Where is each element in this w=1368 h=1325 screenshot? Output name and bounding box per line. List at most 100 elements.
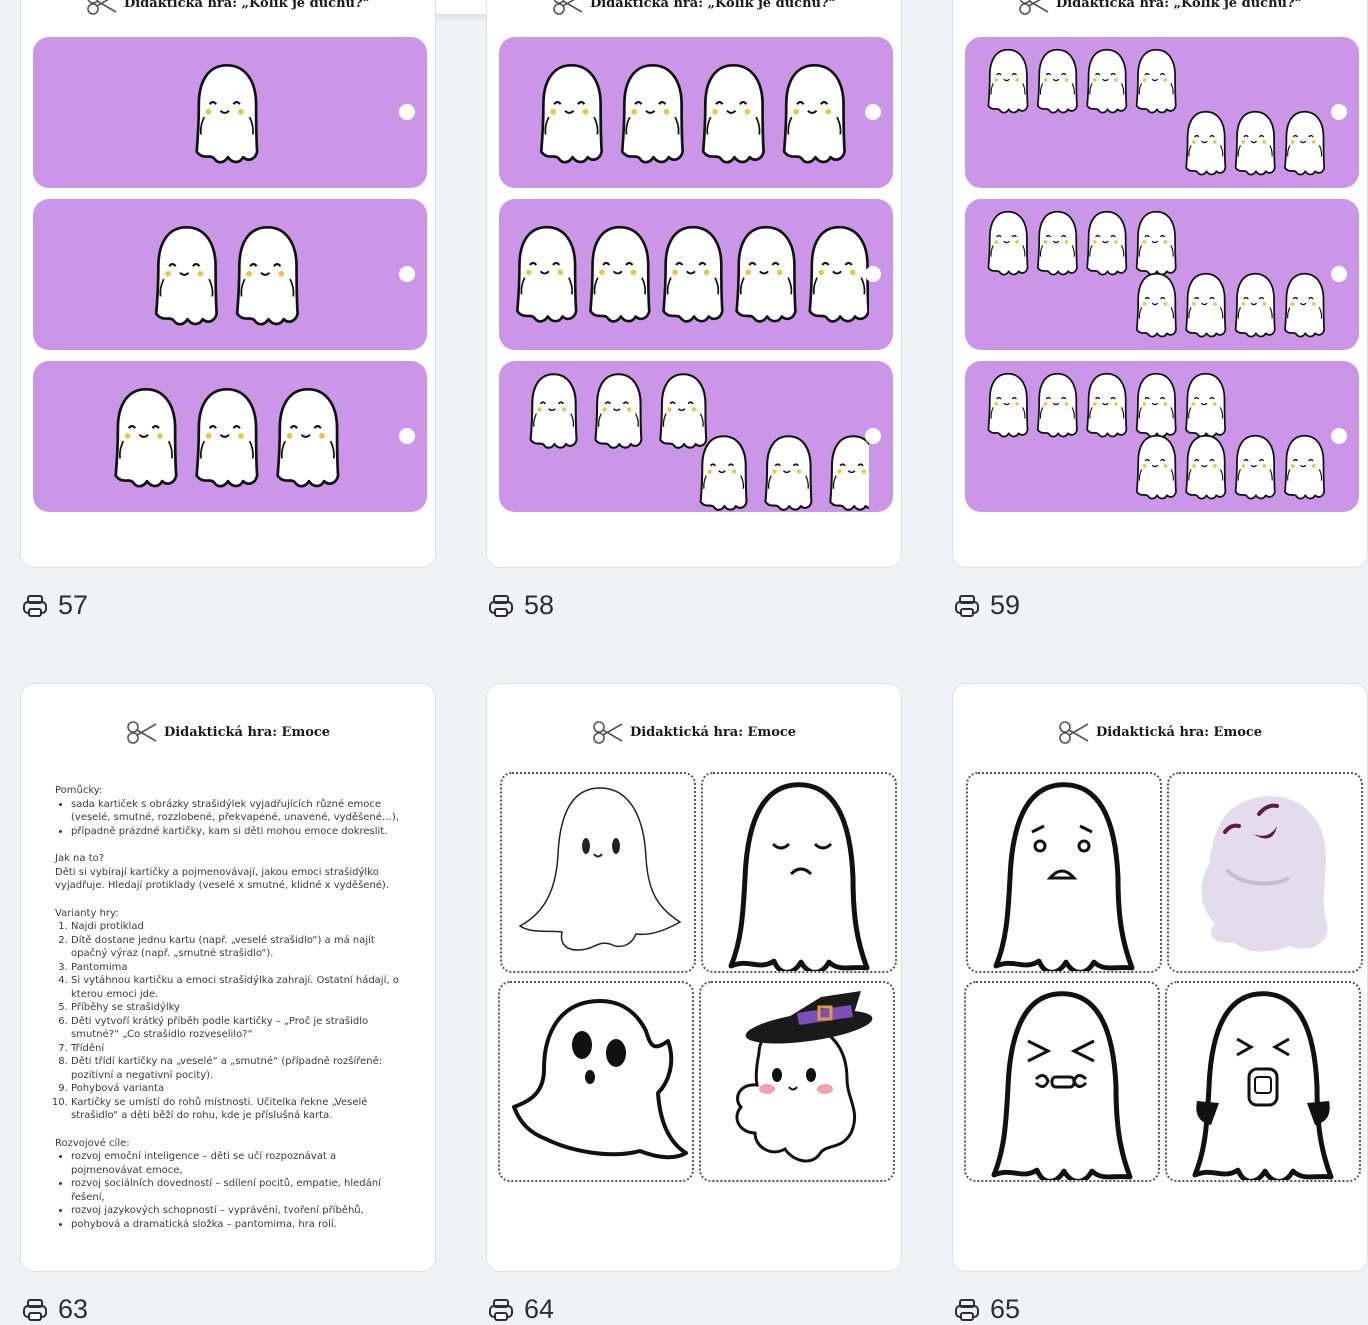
ghost-surprised-card (498, 981, 694, 1182)
print-count-label: 63 (58, 1294, 89, 1324)
printer-icon (489, 594, 513, 617)
punch-hole (1331, 104, 1347, 120)
print-count-59[interactable]: 59 (954, 590, 1020, 621)
doc-numbered-item: Dítě dostane jednu kartu (např. „veselé … (71, 934, 405, 961)
punch-hole (865, 428, 881, 444)
cute-ghost-icon (782, 63, 846, 164)
printer-icon (955, 1298, 979, 1321)
scissors-icon (553, 0, 583, 15)
scissors-icon (127, 721, 157, 744)
worksheet-preview-59[interactable]: Didaktická hra: „Kolik je duchů?“ (952, 0, 1368, 568)
ghost-group (987, 372, 1326, 500)
cute-ghost-icon (1284, 434, 1326, 500)
punch-hole (399, 104, 415, 120)
doc-numbered-item: Najdi protiklad (71, 920, 405, 934)
ghost-group (987, 48, 1326, 176)
ghost-sad-sleepy-icon (703, 774, 895, 971)
ghost-witch-hat-card (699, 981, 895, 1182)
ghost-strip-7 (965, 37, 1359, 188)
print-count-63[interactable]: 63 (22, 1294, 88, 1325)
cute-ghost-icon (1234, 434, 1276, 500)
worksheet-title: Didaktická hra: „Kolik je duchů?“ (21, 0, 435, 16)
cute-ghost-icon (594, 373, 643, 449)
ghost-group (195, 63, 259, 164)
cute-ghost-icon (1185, 434, 1227, 500)
cute-ghost-icon (516, 225, 578, 323)
cute-ghost-icon (195, 63, 259, 164)
ghost-angry-icon (966, 983, 1158, 1180)
print-count-label: 65 (990, 1294, 1021, 1324)
scissors-icon (1059, 721, 1089, 744)
print-count-label: 59 (990, 590, 1021, 620)
punch-hole (1331, 428, 1347, 444)
doc-numbered-item: Třídění (71, 1042, 405, 1056)
cute-ghost-icon (735, 225, 797, 323)
ghost-group (114, 387, 340, 488)
ghost-strip-4 (499, 37, 893, 188)
ghost-drape-smile-icon (518, 787, 682, 951)
cute-ghost-icon (1086, 48, 1128, 114)
doc-bullet: pohybová a dramatická složka – pantomima… (71, 1218, 405, 1232)
cute-ghost-icon (1185, 272, 1227, 338)
punch-hole (865, 104, 881, 120)
scissors-icon (1019, 0, 1049, 15)
doc-heading: Pomůcky: (55, 785, 103, 796)
ghost-drape-smile-card (500, 772, 696, 973)
ghost-worried-icon (968, 774, 1160, 971)
print-count-57[interactable]: 57 (22, 590, 88, 621)
ghost-strip-8 (965, 199, 1359, 350)
cute-ghost-icon (1284, 272, 1326, 338)
ghost-strip-6 (499, 361, 893, 512)
doc-bullet: sada kartiček s obrázky strašidýlek vyja… (71, 798, 405, 825)
cute-ghost-icon (195, 387, 259, 488)
doc-numbered-item: Pohybová varianta (71, 1082, 405, 1096)
doc-bullet: rozvoj jazykových schopností – vyprávění… (71, 1204, 405, 1218)
print-count-label: 57 (58, 590, 89, 620)
ghost-witch-hat-icon (735, 991, 873, 1163)
ghost-group (154, 225, 299, 326)
worksheet-preview-64[interactable]: Didaktická hra: Emoce (486, 683, 902, 1272)
cute-ghost-icon (589, 225, 651, 323)
print-count-64[interactable]: 64 (488, 1294, 554, 1325)
cute-ghost-icon (539, 63, 604, 164)
cute-ghost-icon (1234, 272, 1276, 338)
cute-ghost-icon (1036, 48, 1078, 114)
cute-ghost-icon (1284, 110, 1326, 176)
cute-ghost-icon (1036, 210, 1078, 276)
cute-ghost-icon (1135, 372, 1177, 438)
ghost-group (529, 373, 869, 511)
worksheet-preview-57[interactable]: Didaktická hra: „Kolik je duchů?“ (20, 0, 436, 568)
worksheet-preview-58[interactable]: Didaktická hra: „Kolik je duchů?“ (486, 0, 902, 568)
cute-ghost-icon (1135, 272, 1177, 338)
cute-ghost-icon (1185, 110, 1227, 176)
print-count-65[interactable]: 65 (954, 1294, 1020, 1325)
ghost-laughing-icon (1201, 796, 1328, 952)
punch-hole (865, 266, 881, 282)
doc-numbered-item: Pantomima (71, 961, 405, 975)
scissors-icon (593, 721, 623, 744)
print-count-label: 64 (524, 1294, 555, 1324)
cute-ghost-icon (114, 387, 178, 488)
cute-ghost-icon (701, 63, 765, 164)
punch-hole (399, 428, 415, 444)
doc-numbered-item: Si vytáhnou kartičku a emoci strašidýlka… (71, 974, 405, 1001)
ghost-strip-9 (965, 361, 1359, 512)
cute-ghost-icon (276, 387, 340, 488)
cute-ghost-icon (1234, 110, 1276, 176)
punch-hole (399, 266, 415, 282)
worksheet-preview-63[interactable]: Didaktická hra: Emoce Pomůcky: sada kart… (20, 683, 436, 1272)
cute-ghost-icon (154, 225, 219, 326)
doc-bullet: rozvoj sociálních dovedností – sdílení p… (71, 1177, 405, 1204)
doc-bullet: případně prázdné kartičky, kam si děti m… (71, 825, 405, 839)
cute-ghost-icon (1135, 434, 1177, 500)
worksheet-title: Didaktická hra: „Kolik je duchů?“ (953, 0, 1367, 16)
cute-ghost-icon (1086, 372, 1128, 438)
printer-icon (23, 1298, 47, 1321)
cute-ghost-icon (235, 225, 299, 326)
worksheet-preview-65[interactable]: Didaktická hra: Emoce (952, 683, 1368, 1272)
printer-icon (955, 594, 979, 617)
print-count-58[interactable]: 58 (488, 590, 554, 621)
doc-heading: Rozvojové cíle: (55, 1137, 130, 1149)
worksheet-title: Didaktická hra: Emoce (487, 720, 901, 745)
cute-ghost-icon (1135, 48, 1177, 114)
